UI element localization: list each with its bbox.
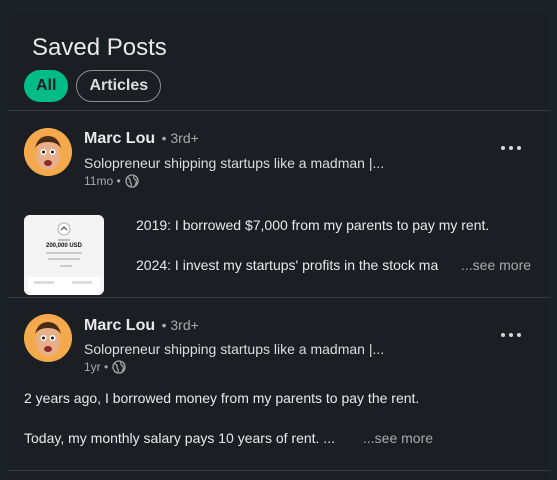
author-headline: Solopreneur shipping startups like a mad… [84,155,385,171]
dot-icon [501,146,505,150]
connection-degree: • 3rd+ [161,130,199,146]
page-title: Saved Posts [32,34,167,61]
globe-icon [125,174,139,188]
filter-articles-button[interactable]: Articles [76,70,162,102]
author-name-text[interactable]: Marc Lou [84,130,155,147]
face-icon [24,314,72,362]
dot-icon [509,146,513,150]
author-avatar[interactable] [24,314,72,362]
face-icon [24,128,72,176]
post-item: Marc Lou • 3rd+ Solopreneur shipping sta… [7,298,549,470]
post-text-line: 2 years ago, I borrowed money from my pa… [24,390,420,406]
author-name-text[interactable]: Marc Lou [84,317,155,334]
post-time: 11mo • [84,174,121,188]
saved-posts-card: Saved Posts All Articles Marc Lou • 3rd+… [7,13,549,480]
post-meta: 11mo • [84,174,139,188]
dot-icon [501,333,505,337]
more-options-button[interactable] [501,142,523,154]
dot-icon [517,333,521,337]
post-thumbnail[interactable]: 200,000 USD [24,215,104,295]
dot-icon [509,333,513,337]
filter-bar: All Articles [24,70,162,102]
globe-icon [112,360,126,374]
author-avatar[interactable] [24,128,72,176]
dot-icon [517,146,521,150]
post-text-line: 2019: I borrowed $7,000 from my parents … [136,217,490,233]
divider [7,470,549,471]
see-more-link[interactable]: ...see more [461,257,531,273]
see-more-link[interactable]: ...see more [363,430,433,446]
filter-all-button[interactable]: All [24,70,69,102]
post-time: 1yr • [84,360,109,374]
post-item: Marc Lou • 3rd+ Solopreneur shipping sta… [7,111,549,297]
author-headline: Solopreneur shipping startups like a mad… [84,341,385,357]
post-text-line: Today, my monthly salary pays 10 years o… [24,430,335,446]
author-name[interactable]: Marc Lou • 3rd+ [84,130,199,148]
thumbnail-amount: 200,000 USD [45,243,83,249]
connection-degree: • 3rd+ [161,317,199,333]
post-meta: 1yr • [84,360,126,374]
author-name[interactable]: Marc Lou • 3rd+ [84,317,199,335]
more-options-button[interactable] [501,329,523,341]
thumbnail-image [24,215,104,295]
post-text-line: 2024: I invest my startups' profits in t… [136,257,439,273]
